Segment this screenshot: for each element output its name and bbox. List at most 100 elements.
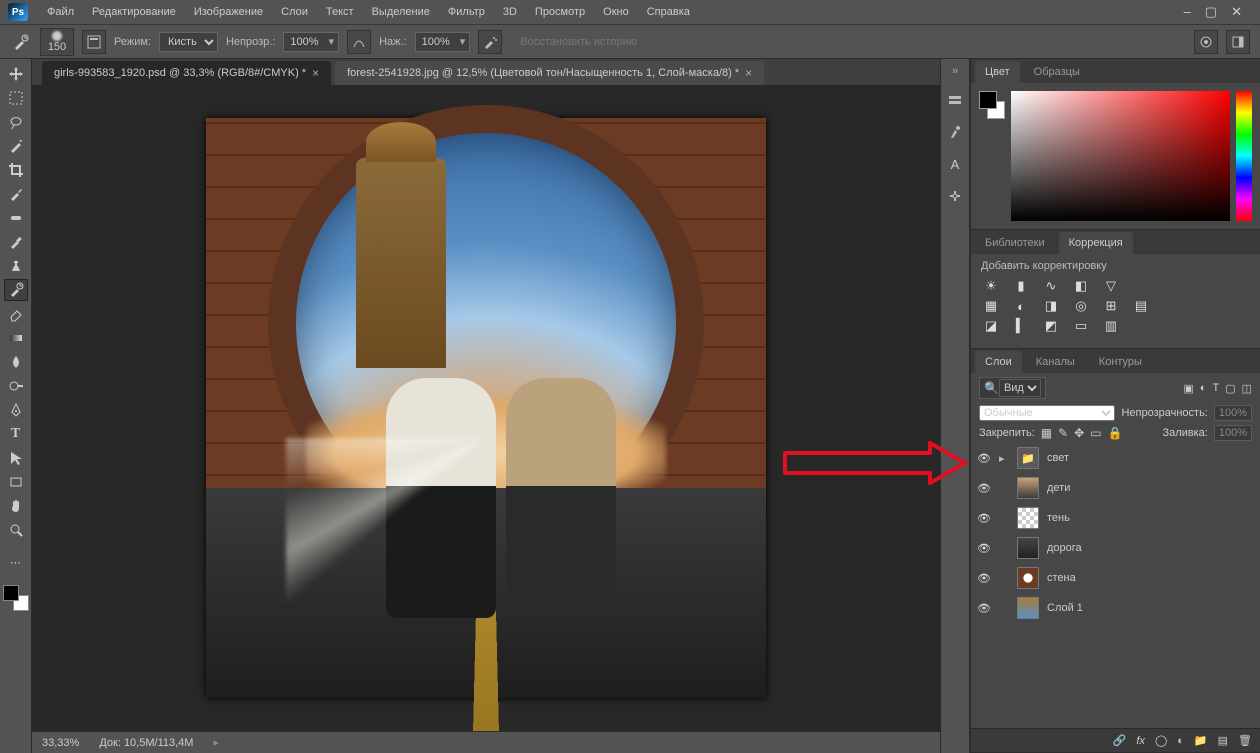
layer-name[interactable]: дети <box>1047 482 1254 494</box>
chmix-icon[interactable]: ⊞ <box>1101 298 1121 314</box>
filter-pixel-icon[interactable]: ▣ <box>1183 382 1193 395</box>
menu-image[interactable]: Изображение <box>185 2 272 22</box>
status-arrow-icon[interactable]: ▸ <box>213 736 219 749</box>
vibrance-icon[interactable]: ▽ <box>1101 278 1121 294</box>
tab-color[interactable]: Цвет <box>975 61 1020 83</box>
menu-window[interactable]: Окно <box>594 2 638 22</box>
rectangle-tool[interactable] <box>4 471 28 493</box>
zoom-tool[interactable] <box>4 519 28 541</box>
close-tab-icon[interactable]: × <box>312 66 319 80</box>
layer-filter[interactable]: 🔍 Вид <box>979 377 1046 399</box>
foreground-color[interactable] <box>3 585 19 601</box>
layer-row[interactable]: 👁 стена <box>971 563 1260 593</box>
type-tool[interactable]: T <box>4 423 28 445</box>
levels-icon[interactable]: ▮ <box>1011 278 1031 294</box>
history-brush-tool[interactable] <box>4 279 28 301</box>
filter-shape-icon[interactable]: ▢ <box>1225 382 1235 395</box>
colbal-icon[interactable]: ◐ <box>1011 298 1031 314</box>
menu-select[interactable]: Выделение <box>363 2 439 22</box>
visibility-icon[interactable]: 👁 <box>977 602 991 615</box>
brushes-panel-icon[interactable] <box>946 123 964 141</box>
lock-trans-icon[interactable]: ▦ <box>1041 426 1052 440</box>
menu-view[interactable]: Просмотр <box>526 2 594 22</box>
color-fgbg[interactable] <box>979 91 1005 131</box>
canvas[interactable] <box>206 118 766 698</box>
visibility-icon[interactable]: 👁 <box>977 452 991 465</box>
blend-mode-select[interactable]: Обычные <box>979 405 1115 421</box>
layer-name[interactable]: свет <box>1047 452 1254 464</box>
edit-toolbar-icon[interactable]: ⋯ <box>4 551 28 573</box>
flow-input[interactable]: 100%▾ <box>415 32 471 52</box>
posterize-icon[interactable]: ▍ <box>1011 318 1031 334</box>
visibility-icon[interactable]: 👁 <box>977 512 991 525</box>
visibility-icon[interactable]: 👁 <box>977 572 991 585</box>
visibility-icon[interactable]: 👁 <box>977 482 991 495</box>
lasso-tool[interactable] <box>4 111 28 133</box>
layer-name[interactable]: дорога <box>1047 542 1254 554</box>
document-tab-inactive[interactable]: forest-2541928.jpg @ 12,5% (Цветовой тон… <box>335 61 764 85</box>
move-tool[interactable] <box>4 63 28 85</box>
healing-brush-tool[interactable] <box>4 207 28 229</box>
panel-collapse-icon[interactable] <box>1226 30 1250 54</box>
blend-mode-select[interactable]: Кисть <box>159 32 218 52</box>
tab-adjustments[interactable]: Коррекция <box>1059 232 1133 254</box>
layer-row[interactable]: 👁 дорога <box>971 533 1260 563</box>
brush-tool[interactable] <box>4 231 28 253</box>
invert-icon[interactable]: ◪ <box>981 318 1001 334</box>
menu-filter[interactable]: Фильтр <box>439 2 494 22</box>
layer-row[interactable]: 👁 дети <box>971 473 1260 503</box>
window-minimize-icon[interactable]: – <box>1184 4 1191 20</box>
visibility-icon[interactable]: 👁 <box>977 542 991 555</box>
tab-paths[interactable]: Контуры <box>1089 351 1152 373</box>
color-swatches[interactable] <box>3 585 29 611</box>
brush-preview[interactable]: 150 <box>40 28 74 56</box>
tab-swatches[interactable]: Образцы <box>1024 61 1090 83</box>
hue-icon[interactable]: ▦ <box>981 298 1001 314</box>
exposure-icon[interactable]: ◧ <box>1071 278 1091 294</box>
hue-slider[interactable] <box>1236 91 1252 221</box>
menu-3d[interactable]: 3D <box>494 2 526 22</box>
layer-row[interactable]: 👁 ▸ 📁 свет <box>971 443 1260 473</box>
tab-libraries[interactable]: Библиотеки <box>975 232 1055 254</box>
layer-fill-input[interactable]: 100% <box>1214 425 1252 441</box>
new-group-icon[interactable]: 📁 <box>1194 734 1208 747</box>
menu-edit[interactable]: Редактирование <box>83 2 185 22</box>
selcolor-icon[interactable]: ▥ <box>1101 318 1121 334</box>
tab-layers[interactable]: Слои <box>975 351 1022 373</box>
clone-stamp-tool[interactable] <box>4 255 28 277</box>
lock-all-icon[interactable]: 🔒 <box>1108 426 1123 440</box>
filter-smart-icon[interactable]: ◫ <box>1242 382 1252 395</box>
menu-text[interactable]: Текст <box>317 2 363 22</box>
pressure-opacity-toggle[interactable] <box>347 30 371 54</box>
pressure-size-toggle[interactable] <box>1194 30 1218 54</box>
crop-tool[interactable] <box>4 159 28 181</box>
window-maximize-icon[interactable]: ▢ <box>1205 4 1217 20</box>
gradient-tool[interactable] <box>4 327 28 349</box>
expand-panels-icon[interactable]: » <box>952 65 958 77</box>
menu-file[interactable]: Файл <box>38 2 83 22</box>
lock-artboard-icon[interactable]: ▭ <box>1090 426 1101 440</box>
layer-name[interactable]: Слой 1 <box>1047 602 1254 614</box>
layer-name[interactable]: тень <box>1047 512 1254 524</box>
layer-mask-icon[interactable]: ◯ <box>1155 734 1167 747</box>
brush-panel-toggle[interactable] <box>82 30 106 54</box>
lock-paint-icon[interactable]: ✎ <box>1058 426 1068 440</box>
lock-pos-icon[interactable]: ✥ <box>1074 426 1084 440</box>
document-tab-active[interactable]: girls-993583_1920.psd @ 33,3% (RGB/8#/CM… <box>42 61 331 85</box>
menu-help[interactable]: Справка <box>638 2 699 22</box>
marquee-tool[interactable] <box>4 87 28 109</box>
expand-icon[interactable]: ▸ <box>999 452 1009 465</box>
history-panel-icon[interactable] <box>946 91 964 109</box>
path-select-tool[interactable] <box>4 447 28 469</box>
photo-filter-icon[interactable]: ◎ <box>1071 298 1091 314</box>
opacity-input[interactable]: 100%▾ <box>283 32 339 52</box>
curves-icon[interactable]: ∿ <box>1041 278 1061 294</box>
filter-type-icon[interactable]: T <box>1212 382 1219 395</box>
zoom-level[interactable]: 33,33% <box>42 737 79 749</box>
magic-wand-tool[interactable] <box>4 135 28 157</box>
tab-channels[interactable]: Каналы <box>1026 351 1085 373</box>
close-tab-icon[interactable]: × <box>745 66 752 80</box>
layer-fx-icon[interactable]: fx <box>1136 735 1145 747</box>
bw-icon[interactable]: ◨ <box>1041 298 1061 314</box>
layer-row[interactable]: 👁 Слой 1 <box>971 593 1260 623</box>
